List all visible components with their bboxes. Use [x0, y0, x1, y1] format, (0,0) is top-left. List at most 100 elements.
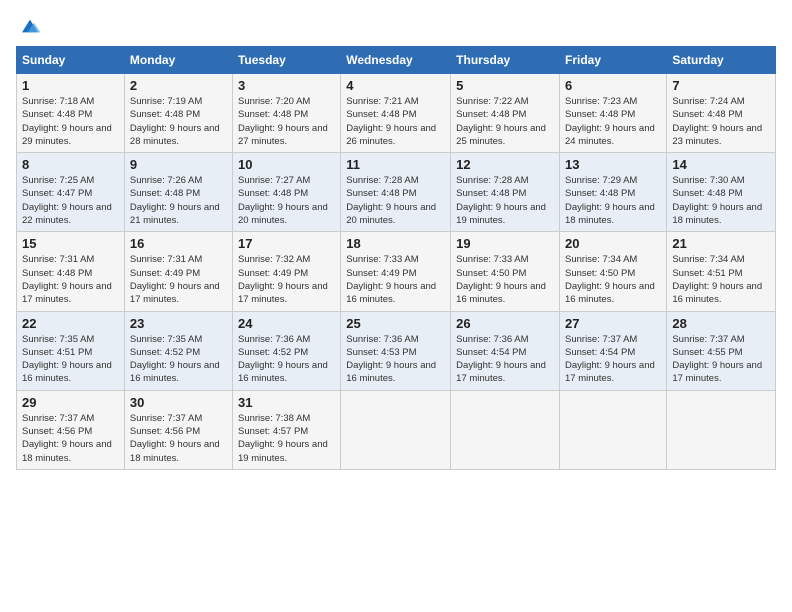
calendar-cell: 20 Sunrise: 7:34 AM Sunset: 4:50 PM Dayl…: [560, 232, 667, 311]
day-number: 21: [672, 236, 770, 251]
calendar-cell: 1 Sunrise: 7:18 AM Sunset: 4:48 PM Dayli…: [17, 74, 125, 153]
calendar-week-3: 15 Sunrise: 7:31 AM Sunset: 4:48 PM Dayl…: [17, 232, 776, 311]
calendar-header-row: SundayMondayTuesdayWednesdayThursdayFrid…: [17, 47, 776, 74]
day-number: 29: [22, 395, 119, 410]
day-number: 8: [22, 157, 119, 172]
day-number: 24: [238, 316, 335, 331]
day-number: 3: [238, 78, 335, 93]
day-number: 16: [130, 236, 227, 251]
calendar-cell: 6 Sunrise: 7:23 AM Sunset: 4:48 PM Dayli…: [560, 74, 667, 153]
day-info: Sunrise: 7:30 AM Sunset: 4:48 PM Dayligh…: [672, 174, 770, 227]
day-info: Sunrise: 7:18 AM Sunset: 4:48 PM Dayligh…: [22, 95, 119, 148]
calendar-week-1: 1 Sunrise: 7:18 AM Sunset: 4:48 PM Dayli…: [17, 74, 776, 153]
calendar-cell: 22 Sunrise: 7:35 AM Sunset: 4:51 PM Dayl…: [17, 311, 125, 390]
day-number: 26: [456, 316, 554, 331]
day-number: 1: [22, 78, 119, 93]
calendar-cell: [451, 390, 560, 469]
day-info: Sunrise: 7:31 AM Sunset: 4:49 PM Dayligh…: [130, 253, 227, 306]
day-number: 11: [346, 157, 445, 172]
calendar-header-wednesday: Wednesday: [341, 47, 451, 74]
calendar-cell: 27 Sunrise: 7:37 AM Sunset: 4:54 PM Dayl…: [560, 311, 667, 390]
day-info: Sunrise: 7:35 AM Sunset: 4:52 PM Dayligh…: [130, 333, 227, 386]
page-header: [16, 16, 776, 36]
day-number: 18: [346, 236, 445, 251]
calendar-cell: 2 Sunrise: 7:19 AM Sunset: 4:48 PM Dayli…: [124, 74, 232, 153]
calendar-cell: 4 Sunrise: 7:21 AM Sunset: 4:48 PM Dayli…: [341, 74, 451, 153]
calendar-header-friday: Friday: [560, 47, 667, 74]
day-info: Sunrise: 7:28 AM Sunset: 4:48 PM Dayligh…: [456, 174, 554, 227]
calendar-header-thursday: Thursday: [451, 47, 560, 74]
calendar-cell: 18 Sunrise: 7:33 AM Sunset: 4:49 PM Dayl…: [341, 232, 451, 311]
day-info: Sunrise: 7:36 AM Sunset: 4:53 PM Dayligh…: [346, 333, 445, 386]
calendar-cell: 15 Sunrise: 7:31 AM Sunset: 4:48 PM Dayl…: [17, 232, 125, 311]
day-number: 17: [238, 236, 335, 251]
day-number: 2: [130, 78, 227, 93]
day-number: 4: [346, 78, 445, 93]
calendar-header-saturday: Saturday: [667, 47, 776, 74]
day-info: Sunrise: 7:29 AM Sunset: 4:48 PM Dayligh…: [565, 174, 661, 227]
day-info: Sunrise: 7:21 AM Sunset: 4:48 PM Dayligh…: [346, 95, 445, 148]
calendar-week-2: 8 Sunrise: 7:25 AM Sunset: 4:47 PM Dayli…: [17, 153, 776, 232]
day-info: Sunrise: 7:20 AM Sunset: 4:48 PM Dayligh…: [238, 95, 335, 148]
calendar-cell: 10 Sunrise: 7:27 AM Sunset: 4:48 PM Dayl…: [232, 153, 340, 232]
day-number: 19: [456, 236, 554, 251]
day-info: Sunrise: 7:37 AM Sunset: 4:55 PM Dayligh…: [672, 333, 770, 386]
day-info: Sunrise: 7:37 AM Sunset: 4:54 PM Dayligh…: [565, 333, 661, 386]
day-info: Sunrise: 7:34 AM Sunset: 4:51 PM Dayligh…: [672, 253, 770, 306]
calendar-cell: 28 Sunrise: 7:37 AM Sunset: 4:55 PM Dayl…: [667, 311, 776, 390]
day-number: 25: [346, 316, 445, 331]
day-info: Sunrise: 7:33 AM Sunset: 4:49 PM Dayligh…: [346, 253, 445, 306]
day-info: Sunrise: 7:33 AM Sunset: 4:50 PM Dayligh…: [456, 253, 554, 306]
day-number: 10: [238, 157, 335, 172]
calendar-week-5: 29 Sunrise: 7:37 AM Sunset: 4:56 PM Dayl…: [17, 390, 776, 469]
calendar-header-monday: Monday: [124, 47, 232, 74]
day-number: 9: [130, 157, 227, 172]
day-number: 13: [565, 157, 661, 172]
logo-icon: [18, 16, 42, 36]
day-number: 27: [565, 316, 661, 331]
day-info: Sunrise: 7:35 AM Sunset: 4:51 PM Dayligh…: [22, 333, 119, 386]
day-info: Sunrise: 7:27 AM Sunset: 4:48 PM Dayligh…: [238, 174, 335, 227]
calendar-cell: 9 Sunrise: 7:26 AM Sunset: 4:48 PM Dayli…: [124, 153, 232, 232]
day-number: 6: [565, 78, 661, 93]
day-number: 23: [130, 316, 227, 331]
day-number: 20: [565, 236, 661, 251]
day-number: 31: [238, 395, 335, 410]
day-info: Sunrise: 7:36 AM Sunset: 4:54 PM Dayligh…: [456, 333, 554, 386]
calendar-cell: 31 Sunrise: 7:38 AM Sunset: 4:57 PM Dayl…: [232, 390, 340, 469]
day-info: Sunrise: 7:28 AM Sunset: 4:48 PM Dayligh…: [346, 174, 445, 227]
day-info: Sunrise: 7:38 AM Sunset: 4:57 PM Dayligh…: [238, 412, 335, 465]
day-number: 12: [456, 157, 554, 172]
day-info: Sunrise: 7:37 AM Sunset: 4:56 PM Dayligh…: [22, 412, 119, 465]
day-number: 5: [456, 78, 554, 93]
calendar-cell: 11 Sunrise: 7:28 AM Sunset: 4:48 PM Dayl…: [341, 153, 451, 232]
calendar-cell: 16 Sunrise: 7:31 AM Sunset: 4:49 PM Dayl…: [124, 232, 232, 311]
day-info: Sunrise: 7:26 AM Sunset: 4:48 PM Dayligh…: [130, 174, 227, 227]
day-number: 7: [672, 78, 770, 93]
calendar-cell: [667, 390, 776, 469]
calendar-cell: 24 Sunrise: 7:36 AM Sunset: 4:52 PM Dayl…: [232, 311, 340, 390]
day-number: 15: [22, 236, 119, 251]
calendar-cell: 3 Sunrise: 7:20 AM Sunset: 4:48 PM Dayli…: [232, 74, 340, 153]
day-info: Sunrise: 7:36 AM Sunset: 4:52 PM Dayligh…: [238, 333, 335, 386]
day-info: Sunrise: 7:19 AM Sunset: 4:48 PM Dayligh…: [130, 95, 227, 148]
day-number: 14: [672, 157, 770, 172]
calendar-cell: 13 Sunrise: 7:29 AM Sunset: 4:48 PM Dayl…: [560, 153, 667, 232]
calendar-cell: 23 Sunrise: 7:35 AM Sunset: 4:52 PM Dayl…: [124, 311, 232, 390]
calendar-cell: 12 Sunrise: 7:28 AM Sunset: 4:48 PM Dayl…: [451, 153, 560, 232]
calendar-cell: 5 Sunrise: 7:22 AM Sunset: 4:48 PM Dayli…: [451, 74, 560, 153]
day-info: Sunrise: 7:32 AM Sunset: 4:49 PM Dayligh…: [238, 253, 335, 306]
calendar-table: SundayMondayTuesdayWednesdayThursdayFrid…: [16, 46, 776, 470]
calendar-cell: [560, 390, 667, 469]
calendar-cell: 30 Sunrise: 7:37 AM Sunset: 4:56 PM Dayl…: [124, 390, 232, 469]
logo: [16, 16, 42, 36]
calendar-week-4: 22 Sunrise: 7:35 AM Sunset: 4:51 PM Dayl…: [17, 311, 776, 390]
calendar-cell: 17 Sunrise: 7:32 AM Sunset: 4:49 PM Dayl…: [232, 232, 340, 311]
day-number: 22: [22, 316, 119, 331]
day-info: Sunrise: 7:34 AM Sunset: 4:50 PM Dayligh…: [565, 253, 661, 306]
calendar-cell: 7 Sunrise: 7:24 AM Sunset: 4:48 PM Dayli…: [667, 74, 776, 153]
day-info: Sunrise: 7:22 AM Sunset: 4:48 PM Dayligh…: [456, 95, 554, 148]
day-number: 30: [130, 395, 227, 410]
day-number: 28: [672, 316, 770, 331]
calendar-cell: 8 Sunrise: 7:25 AM Sunset: 4:47 PM Dayli…: [17, 153, 125, 232]
